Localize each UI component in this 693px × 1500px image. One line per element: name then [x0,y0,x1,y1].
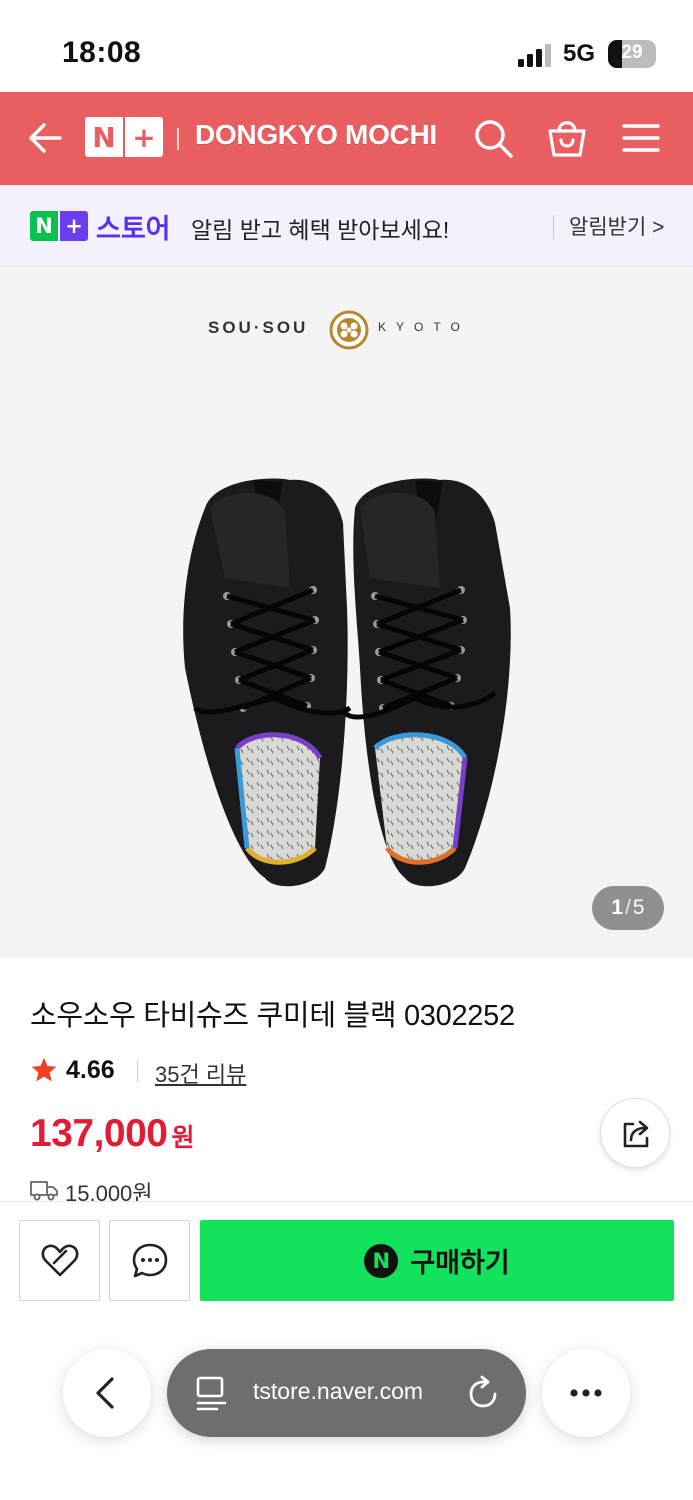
rating-divider [137,1060,138,1082]
image-counter: 1 / 5 [592,886,664,930]
notice-divider [553,215,554,239]
naver-plus-logo[interactable]: N + [85,117,163,157]
buy-label: 구매하기 [410,1248,510,1278]
purchase-bar: N 구매하기 [0,1201,693,1321]
badge-n: N [30,211,58,241]
get-notifications-link[interactable]: 알림받기 > [569,211,664,241]
share-icon [623,1120,649,1148]
price: 137,000 원 [30,1112,195,1156]
status-bar: 18:08 5G 29 [0,0,693,92]
cart-button[interactable] [545,116,589,160]
shopping-bag-icon [548,121,586,157]
back-chevron-icon [96,1377,114,1409]
more-icon [570,1389,602,1397]
brand-city: KYOTO [378,320,470,334]
logo-plus: + [125,117,163,157]
brand-logo: SOU·SOU KYOTO [208,310,498,354]
status-time: 18:08 [62,36,142,69]
naver-pay-icon: N [364,1243,399,1278]
battery-level: 29 [621,42,643,63]
menu-icon [622,124,660,152]
browser-toolbar: tstore.naver.com [0,1321,693,1500]
badge-plus: + [60,211,88,241]
search-button[interactable] [471,116,515,160]
logo-n: N [85,117,123,157]
counter-separator: / [625,896,631,919]
store-label: 스토어 [96,214,171,244]
search-icon [475,120,513,158]
header-divider [177,128,179,150]
counter-current: 1 [611,896,624,919]
store-header: N + DONGKYO MOCHI [0,92,693,185]
chat-icon [132,1243,168,1278]
back-arrow-icon [29,123,62,153]
product-image-carousel[interactable]: SOU·SOU KYOTO 1 / 5 [0,268,693,958]
product-title: 소우소우 타비슈즈 쿠미테 블랙 0302252 [30,1000,515,1032]
counter-total: 5 [632,896,645,919]
network-label: 5G [563,40,596,67]
chat-button[interactable] [109,1220,190,1301]
wish-heart-icon [41,1244,79,1277]
reader-icon[interactable] [195,1375,229,1411]
tabi-shoes-photo [183,478,511,887]
notice-message: 알림 받고 혜택 받아보세요! [191,217,450,243]
more-button[interactable] [542,1349,630,1437]
review-count-link[interactable]: 35건 리뷰 [155,1057,246,1089]
address-bar[interactable]: tstore.naver.com [167,1349,526,1437]
star-icon [31,1057,57,1082]
battery-icon: 29 [608,40,656,68]
signal-icon [518,43,552,67]
naver-plus-badge: N + [30,211,88,241]
share-button[interactable] [600,1098,670,1168]
back-button[interactable] [24,116,68,160]
store-name[interactable]: DONGKYO MOCHI [195,119,437,151]
notification-banner[interactable]: N + 스토어 알림 받고 혜택 받아보세요! 알림받기 > [0,185,693,267]
wishlist-button[interactable] [19,1220,100,1301]
buy-button[interactable]: N 구매하기 [200,1220,674,1301]
brand-seal-icon [329,310,369,350]
reload-icon[interactable] [467,1375,501,1411]
price-unit: 원 [171,1124,195,1152]
url-text[interactable]: tstore.naver.com [253,1378,423,1405]
rating-value: 4.66 [66,1056,115,1084]
brand-name: SOU·SOU [208,318,309,337]
truck-icon [30,1181,58,1201]
menu-button[interactable] [619,116,663,160]
price-value: 137,000 [30,1112,168,1155]
browser-back-button[interactable] [63,1349,151,1437]
